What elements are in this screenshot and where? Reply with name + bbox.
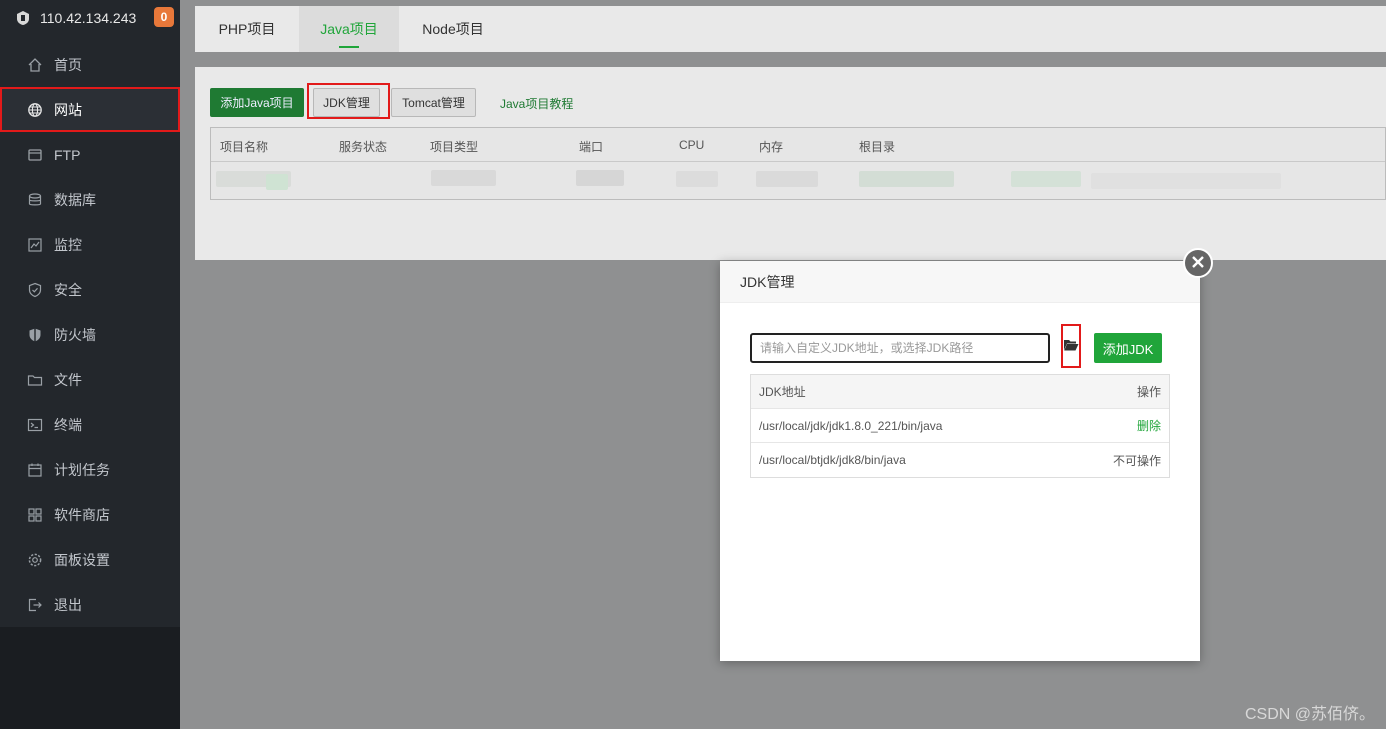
project-tabs: PHP项目 Java项目 Node项目 [195, 6, 1386, 52]
globe-icon [26, 101, 44, 119]
sidebar-item-label: 网站 [54, 101, 82, 118]
blurred-cell [266, 174, 288, 190]
sidebar-item-label: 终端 [54, 417, 82, 433]
column-header-path: JDK地址 [759, 385, 806, 399]
column-header: CPU [679, 138, 705, 152]
server-logo-icon [14, 9, 32, 27]
sidebar-item-label: 软件商店 [54, 507, 110, 523]
project-table: 项目名称 服务状态 项目类型 端口 CPU 内存 根目录 [210, 127, 1386, 200]
column-header: 项目类型 [430, 140, 479, 154]
tomcat-manage-button[interactable]: Tomcat管理 [391, 88, 476, 117]
jdk-table-header: JDK地址 操作 [751, 375, 1169, 409]
jdk-path: /usr/local/btjdk/jdk8/bin/java [759, 453, 906, 467]
folder-open-icon [1063, 338, 1079, 355]
sidebar-item-label: 数据库 [54, 192, 96, 208]
shield-check-icon [26, 281, 44, 299]
sidebar-item-files[interactable]: 文件 [0, 358, 180, 402]
server-ip: 110.42.134.243 [40, 10, 137, 26]
add-jdk-button[interactable]: 添加JDK [1094, 333, 1162, 363]
home-icon [26, 56, 44, 74]
sidebar-item-terminal[interactable]: 终端 [0, 403, 180, 447]
blurred-cell [576, 170, 624, 186]
column-header: 项目名称 [220, 140, 269, 154]
blurred-cell [756, 171, 818, 187]
tab-java[interactable]: Java项目 [299, 6, 399, 52]
sidebar-item-firewall[interactable]: 防火墙 [0, 313, 180, 357]
sidebar-item-database[interactable]: 数据库 [0, 178, 180, 222]
tab-label: Java项目 [320, 21, 378, 37]
tab-php[interactable]: PHP项目 [195, 6, 299, 52]
jdk-manage-dialog: JDK管理 添加JDK JDK地址 操作 /usr/local/jdk/jdk1… [720, 261, 1200, 661]
choose-path-button[interactable] [1061, 324, 1081, 368]
delete-jdk-link[interactable]: 删除 [1137, 417, 1161, 434]
sidebar-item-ftp[interactable]: FTP [0, 133, 180, 177]
sidebar-item-logout[interactable]: 退出 [0, 583, 180, 627]
sidebar-item-label: 防火墙 [54, 327, 96, 343]
add-java-project-button[interactable]: 添加Java项目 [210, 88, 304, 117]
jdk-path: /usr/local/jdk/jdk1.8.0_221/bin/java [759, 418, 943, 433]
sidebar-item-cron[interactable]: 计划任务 [0, 448, 180, 492]
blurred-cell [676, 171, 718, 187]
sidebar-item-label: 面板设置 [54, 552, 110, 568]
sidebar-item-label: FTP [54, 147, 81, 163]
column-header: 根目录 [859, 140, 896, 154]
database-icon [26, 191, 44, 209]
tab-label: Node项目 [422, 21, 484, 37]
table-row: /usr/local/btjdk/jdk8/bin/java 不可操作 [751, 443, 1169, 477]
terminal-icon [26, 416, 44, 434]
table-header: 项目名称 服务状态 项目类型 端口 CPU 内存 根目录 [211, 128, 1385, 162]
monitor-icon [26, 236, 44, 254]
blurred-cell [1011, 171, 1081, 187]
blurred-cell [859, 171, 954, 187]
sidebar-item-label: 首页 [54, 57, 82, 73]
watermark: CSDN @苏佰侪。 [1245, 706, 1376, 723]
close-dialog-button[interactable] [1183, 248, 1213, 278]
apps-icon [26, 506, 44, 524]
column-header: 内存 [759, 140, 784, 154]
column-header-action: 操作 [1136, 385, 1161, 399]
server-header: 110.42.134.243 0 [0, 0, 180, 36]
dialog-title: JDK管理 [720, 261, 1200, 303]
firewall-icon [26, 326, 44, 344]
sidebar-item-monitor[interactable]: 监控 [0, 223, 180, 267]
logout-icon [26, 596, 44, 614]
sidebar-item-label: 计划任务 [54, 462, 110, 478]
action-unavailable: 不可操作 [1112, 453, 1161, 468]
close-icon [1191, 255, 1205, 272]
blurred-cell [1091, 173, 1281, 189]
ftp-icon [26, 146, 44, 164]
java-tutorial-link[interactable]: Java项目教程 [500, 95, 573, 112]
sidebar-item-settings[interactable]: 面板设置 [0, 538, 180, 582]
gear-icon [26, 551, 44, 569]
blurred-cell [431, 170, 496, 186]
sidebar-item-label: 监控 [54, 237, 82, 253]
folder-icon [26, 371, 44, 389]
calendar-icon [26, 461, 44, 479]
sidebar-item-label: 安全 [54, 282, 82, 298]
notification-badge[interactable]: 0 [154, 7, 174, 27]
sidebar: 110.42.134.243 0 首页 网站 FTP 数据库 监控 安全 防火墙… [0, 0, 180, 729]
sidebar-item-website[interactable]: 网站 [0, 87, 180, 132]
jdk-path-input[interactable] [750, 333, 1050, 363]
sidebar-item-label: 文件 [54, 372, 82, 388]
jdk-table: JDK地址 操作 /usr/local/jdk/jdk1.8.0_221/bin… [750, 374, 1170, 478]
sidebar-item-home[interactable]: 首页 [0, 43, 180, 87]
column-header: 服务状态 [339, 140, 388, 154]
sidebar-item-security[interactable]: 安全 [0, 268, 180, 312]
column-header: 端口 [579, 140, 604, 154]
sidebar-item-label: 退出 [54, 597, 82, 613]
tab-label: PHP项目 [218, 21, 276, 37]
sidebar-item-app-store[interactable]: 软件商店 [0, 493, 180, 537]
tab-node[interactable]: Node项目 [399, 6, 507, 52]
table-row: /usr/local/jdk/jdk1.8.0_221/bin/java 删除 [751, 409, 1169, 443]
sidebar-menu: 110.42.134.243 0 首页 网站 FTP 数据库 监控 安全 防火墙… [0, 0, 180, 627]
jdk-manage-button[interactable]: JDK管理 [313, 88, 380, 117]
